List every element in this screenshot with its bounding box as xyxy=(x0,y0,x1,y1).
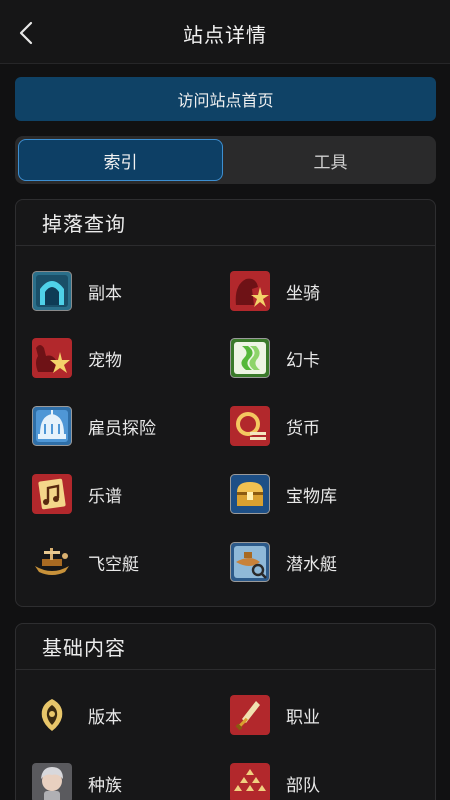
dungeon-icon xyxy=(32,271,72,311)
basic-item-job[interactable]: 职业 xyxy=(230,693,320,737)
drop-item-treasure[interactable]: 宝物库 xyxy=(230,472,337,516)
basic-item-label: 职业 xyxy=(286,707,320,728)
tab-tools[interactable]: 工具 xyxy=(228,139,433,181)
mount-icon xyxy=(230,271,270,311)
drop-query-title: 掉落查询 xyxy=(16,200,435,246)
drop-item-card[interactable]: 幻卡 xyxy=(230,336,320,380)
drop-item-retainer-venture[interactable]: 雇员探险 xyxy=(32,404,156,448)
drop-item-dungeon[interactable]: 副本 xyxy=(32,269,122,313)
basic-item-label: 版本 xyxy=(88,707,122,728)
drop-item-label: 副本 xyxy=(88,283,122,304)
drop-query-card: 掉落查询 副本 坐骑 宠物 幻卡 雇员探险 货币 乐谱 宝物库 飞空艇 潜水艇 xyxy=(15,199,436,607)
drop-item-submarine[interactable]: 潜水艇 xyxy=(230,540,337,584)
drop-item-label: 潜水艇 xyxy=(286,554,337,575)
currency-icon xyxy=(230,406,270,446)
airship-icon xyxy=(32,542,72,582)
race-icon xyxy=(32,763,72,800)
visit-homepage-button[interactable]: 访问站点首页 xyxy=(15,77,436,121)
pet-icon xyxy=(32,338,72,378)
treasure-icon xyxy=(230,474,270,514)
job-icon xyxy=(230,695,270,735)
drop-item-label: 货币 xyxy=(286,418,320,439)
submarine-icon xyxy=(230,542,270,582)
basic-item-label: 种族 xyxy=(88,775,122,796)
tab-bar: 索引 工具 xyxy=(15,136,436,184)
basic-content-card: 基础内容 版本 职业 种族 部队 xyxy=(15,623,436,800)
card-icon xyxy=(230,338,270,378)
page-title: 站点详情 xyxy=(183,23,267,47)
drop-item-label: 宠物 xyxy=(88,350,122,371)
version-icon xyxy=(32,695,72,735)
drop-item-label: 宝物库 xyxy=(286,486,337,507)
drop-item-label: 雇员探险 xyxy=(88,418,156,439)
drop-item-music-score[interactable]: 乐谱 xyxy=(32,472,122,516)
basic-item-race[interactable]: 种族 xyxy=(32,761,122,800)
basic-item-label: 部队 xyxy=(286,775,320,796)
music-score-icon xyxy=(32,474,72,514)
drop-item-pet[interactable]: 宠物 xyxy=(32,336,122,380)
tab-index[interactable]: 索引 xyxy=(18,139,223,181)
drop-item-airship[interactable]: 飞空艇 xyxy=(32,540,139,584)
company-icon xyxy=(230,763,270,800)
retainer-venture-icon xyxy=(32,406,72,446)
drop-item-mount[interactable]: 坐骑 xyxy=(230,269,320,313)
drop-item-label: 幻卡 xyxy=(286,350,320,371)
basic-item-version[interactable]: 版本 xyxy=(32,693,122,737)
drop-item-label: 飞空艇 xyxy=(88,554,139,575)
drop-item-label: 坐骑 xyxy=(286,283,320,304)
top-bar: 站点详情 xyxy=(0,0,450,64)
drop-item-label: 乐谱 xyxy=(88,486,122,507)
drop-item-currency[interactable]: 货币 xyxy=(230,404,320,448)
basic-content-title: 基础内容 xyxy=(16,624,435,670)
basic-item-company[interactable]: 部队 xyxy=(230,761,320,800)
